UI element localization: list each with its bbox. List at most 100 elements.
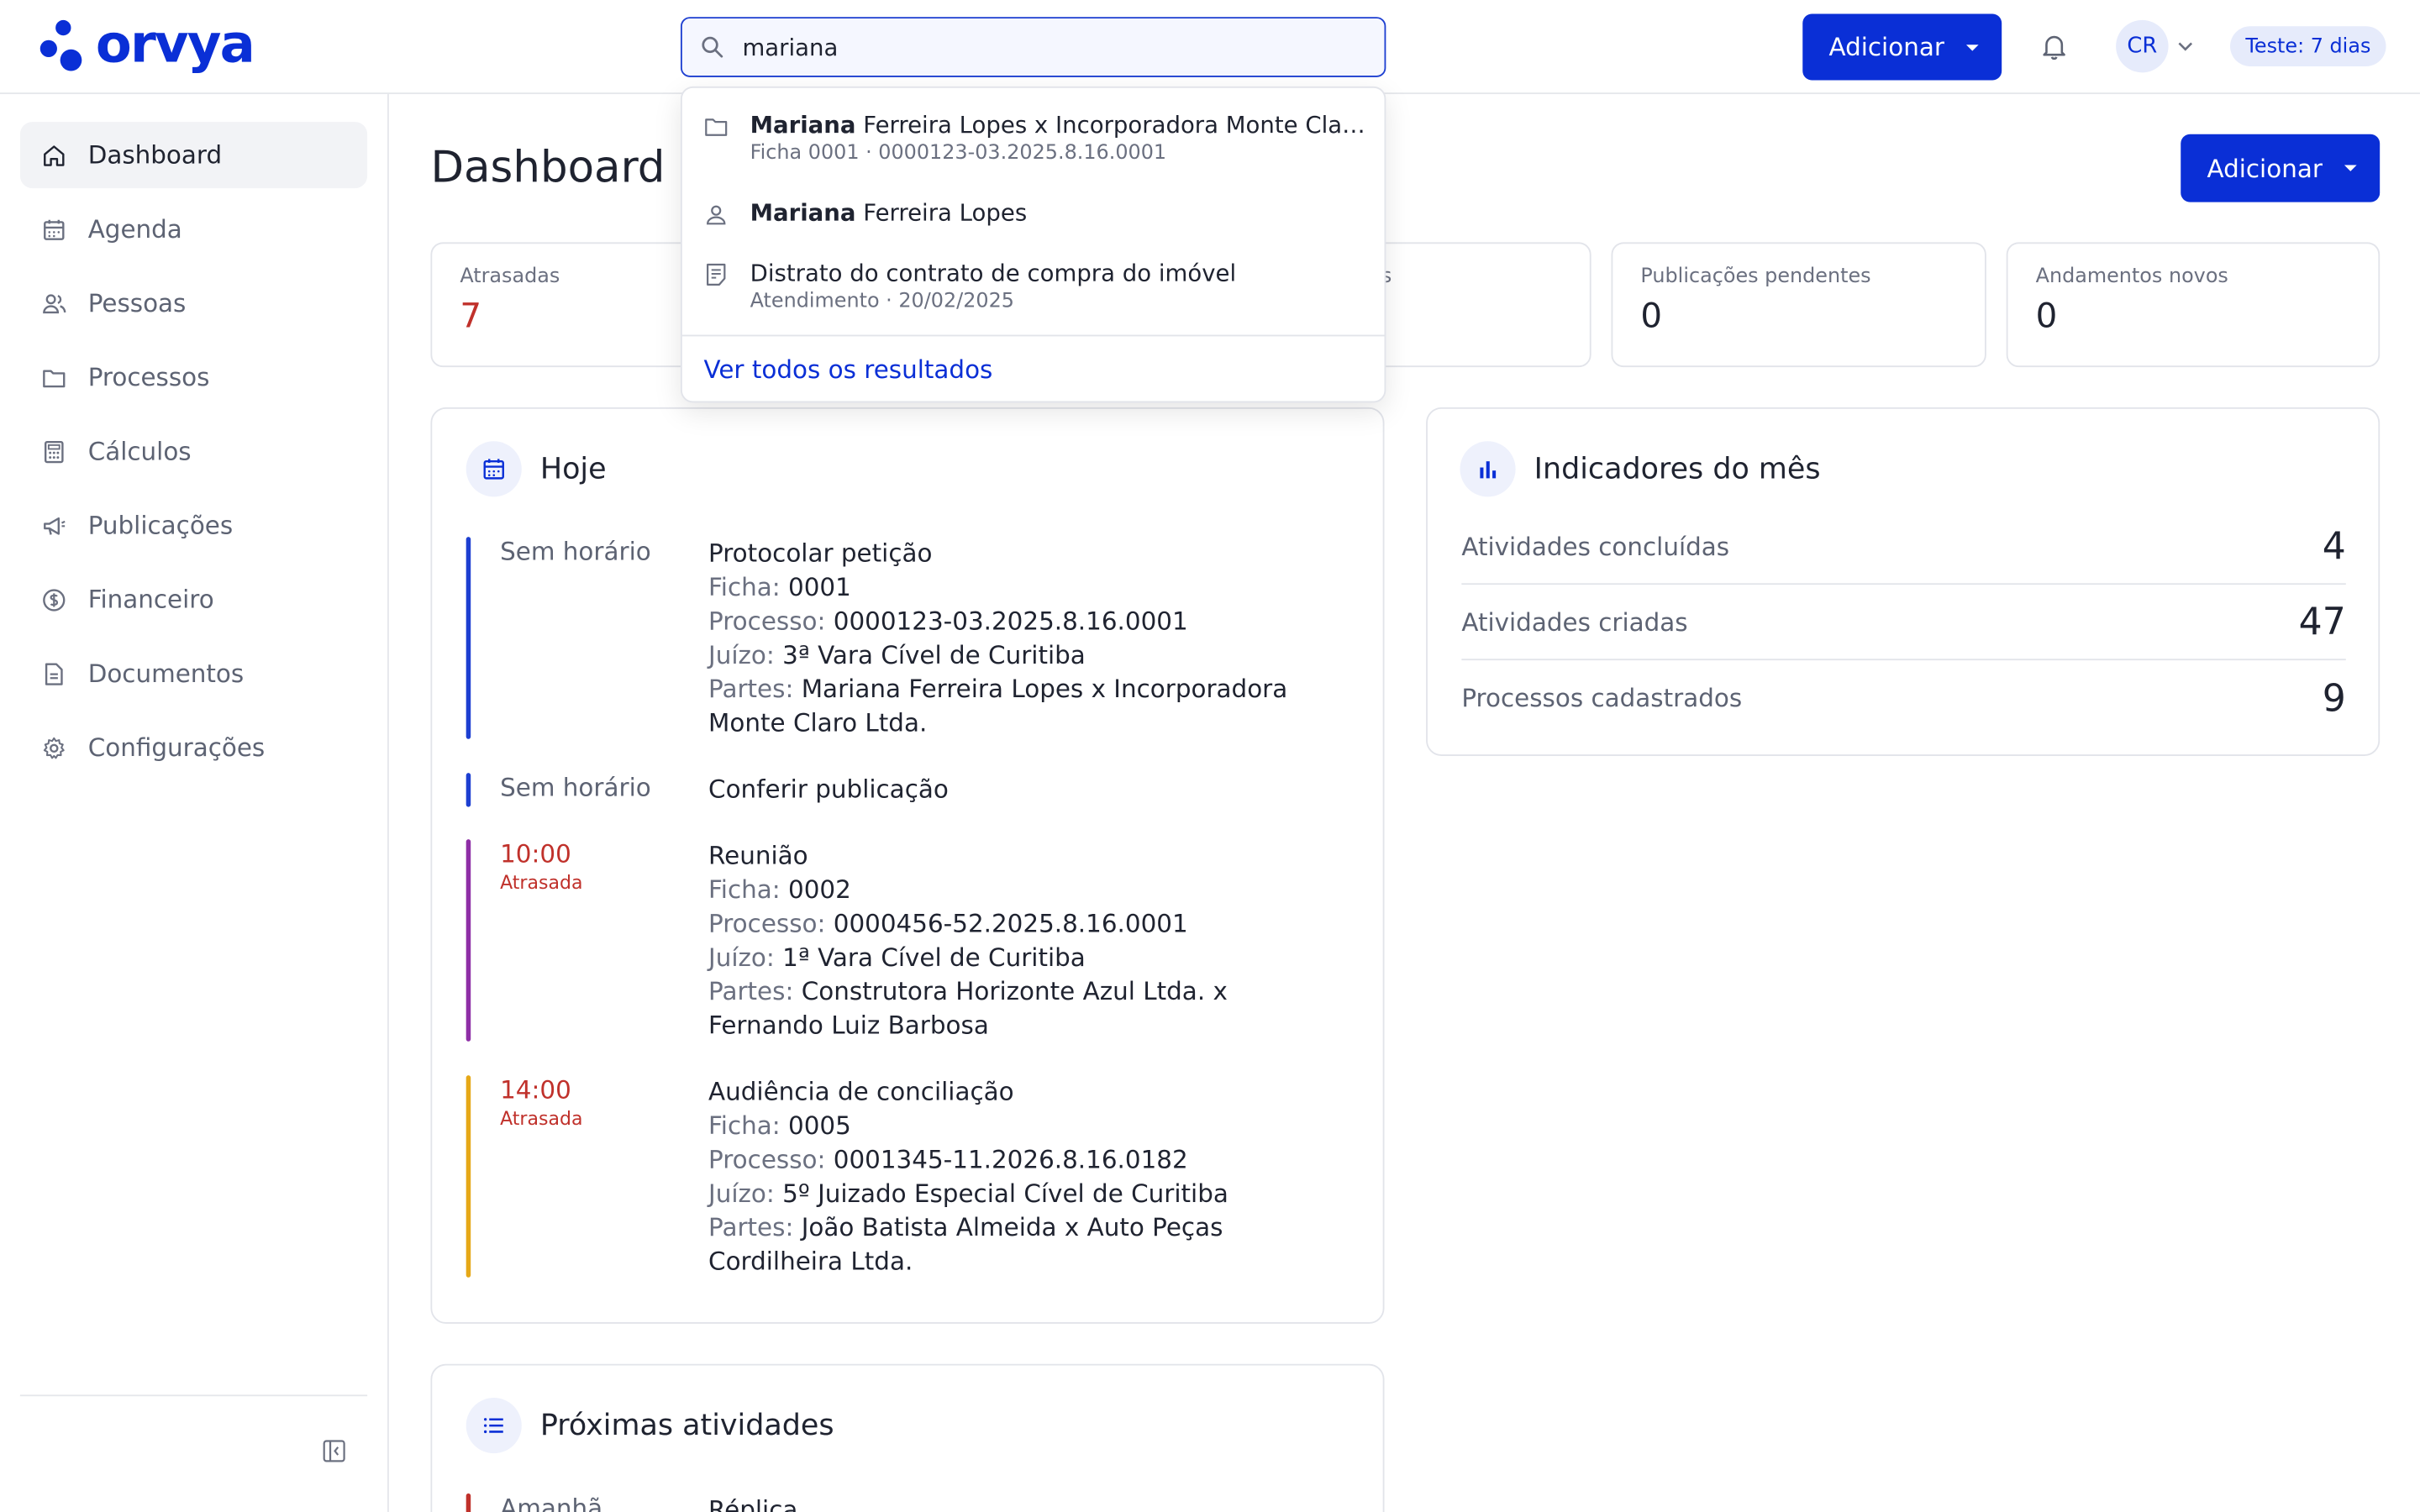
see-all-results-link[interactable]: Ver todos os resultados xyxy=(704,354,993,384)
juizo-value: 5º Juizado Especial Cível de Curitiba xyxy=(782,1179,1228,1209)
result-match: Mariana xyxy=(750,198,856,227)
indicator-label: Processos cadastrados xyxy=(1461,683,1743,713)
megaphone-icon xyxy=(44,517,66,534)
logo[interactable]: orvya xyxy=(39,18,255,71)
caret-down-icon xyxy=(1965,44,1979,50)
result-title: Distrato do contrato de compra do imóvel xyxy=(750,260,1368,287)
activity-item[interactable]: Sem horário Protocolar petição Ficha: 00… xyxy=(466,537,1331,739)
stat-label: Andamentos novos xyxy=(2035,265,2228,289)
activity-details: Protocolar petição Ficha: 0001 Processo:… xyxy=(708,537,1341,740)
calendar-icon xyxy=(466,441,522,497)
stat-label: s xyxy=(1381,265,1392,289)
dollar-icon xyxy=(43,588,66,611)
result-match: Mariana xyxy=(750,111,856,139)
ficha-value: 0001 xyxy=(788,572,851,602)
search-icon xyxy=(702,36,723,58)
calculator-icon xyxy=(44,440,64,463)
sidebar-item-agenda[interactable]: Agenda xyxy=(20,196,367,262)
chevron-down-icon[interactable] xyxy=(2176,39,2195,54)
field-label: Partes: xyxy=(708,674,794,704)
activity-color-bar xyxy=(466,773,471,807)
search-result-item[interactable]: Mariana Ferreira Lopes xyxy=(704,199,1368,230)
sidebar-item-calculos[interactable]: Cálculos xyxy=(20,418,367,485)
stat-card-publicacoes[interactable]: Publicações pendentes 0 xyxy=(1611,242,1986,368)
activity-title: Conferir publicação xyxy=(708,774,949,804)
ficha-value: 0005 xyxy=(788,1110,851,1141)
stat-value: 0 xyxy=(2035,297,2058,337)
search-results-dropdown: Mariana Ferreira Lopes x Incorporadora M… xyxy=(680,86,1386,403)
add-button-label: Adicionar xyxy=(1828,32,1944,62)
result-title: Mariana Ferreira Lopes x Incorporadora M… xyxy=(750,111,1368,139)
note-icon xyxy=(707,263,726,286)
upcoming-card: Próximas atividades Amanhã Réplica xyxy=(430,1363,1385,1512)
activity-time: 14:00 xyxy=(500,1075,571,1105)
activity-color-bar xyxy=(466,839,471,1042)
late-label: Atrasada xyxy=(500,871,583,894)
indicator-value: 47 xyxy=(2298,600,2346,643)
indicator-label: Atividades concluídas xyxy=(1461,531,1730,561)
trial-badge[interactable]: Teste: 7 dias xyxy=(2230,26,2386,66)
sidebar-item-label: Dashboard xyxy=(87,140,223,171)
sidebar-item-dashboard[interactable]: Dashboard xyxy=(19,122,368,189)
activity-item[interactable]: Amanhã Réplica xyxy=(466,1493,1331,1512)
sidebar-item-label: Pessoas xyxy=(87,288,187,318)
sidebar-item-documentos[interactable]: Documentos xyxy=(20,640,367,706)
stat-label: Publicações pendentes xyxy=(1640,265,1871,289)
field-label: Processo: xyxy=(708,908,826,938)
sidebar-item-label: Cálculos xyxy=(87,436,192,466)
search-result-item[interactable]: Distrato do contrato de compra do imóvel… xyxy=(704,260,1368,315)
search-result-item[interactable]: Mariana Ferreira Lopes x Incorporadora M… xyxy=(704,111,1368,166)
dropdown-divider xyxy=(681,334,1385,337)
field-label: Partes: xyxy=(708,1212,794,1242)
sidebar-item-label: Processos xyxy=(87,362,210,392)
sidebar-item-publicacoes[interactable]: Publicações xyxy=(20,492,367,559)
result-title: Mariana Ferreira Lopes xyxy=(750,199,1368,227)
field-label: Juízo: xyxy=(708,640,775,670)
activity-title: Protocolar petição xyxy=(708,538,933,568)
activity-color-bar xyxy=(466,1075,471,1278)
bell-icon[interactable] xyxy=(2039,31,2070,62)
sidebar-item-pessoas[interactable]: Pessoas xyxy=(20,270,367,336)
collapse-sidebar-icon[interactable] xyxy=(323,1440,346,1463)
activity-item[interactable]: 10:00 Atrasada Reunião Ficha: 0002 Proce… xyxy=(466,839,1331,1042)
juizo-value: 1ª Vara Cível de Curitiba xyxy=(782,942,1086,973)
ficha-value: 0002 xyxy=(788,874,851,905)
activity-time: 10:00 xyxy=(500,839,571,869)
search-box[interactable] xyxy=(680,17,1386,77)
result-rest: Ferreira Lopes xyxy=(855,198,1028,227)
juizo-value: 3ª Vara Cível de Curitiba xyxy=(782,640,1086,670)
indicator-value: 4 xyxy=(2322,524,2346,568)
card-title: Hoje xyxy=(539,452,607,486)
activity-time: Sem horário xyxy=(500,537,651,567)
result-subtitle: Atendimento · 20/02/2025 xyxy=(750,290,1014,313)
card-title: Próximas atividades xyxy=(539,1408,834,1443)
activity-item[interactable]: 14:00 Atrasada Audiência de conciliação … xyxy=(466,1075,1331,1278)
processo-value: 0000123-03.2025.8.16.0001 xyxy=(833,606,1188,636)
processo-value: 0001345-11.2026.8.16.0182 xyxy=(833,1144,1188,1174)
sidebar-item-financeiro[interactable]: Financeiro xyxy=(20,566,367,633)
search-input[interactable] xyxy=(742,33,1329,61)
sidebar-item-configuracoes[interactable]: Configurações xyxy=(20,714,367,780)
sidebar-item-label: Publicações xyxy=(87,510,234,540)
activity-details: Reunião Ficha: 0002 Processo: 0000456-52… xyxy=(708,839,1341,1042)
add-button-main[interactable]: Adicionar xyxy=(2181,134,2381,202)
top-bar: orvya Adicionar CR Teste: 7 dias xyxy=(0,0,2420,95)
activity-details: Audiência de conciliação Ficha: 0005 Pro… xyxy=(708,1075,1341,1278)
result-rest: Ferreira Lopes x Incorporadora Monte Cla… xyxy=(855,111,1368,139)
activity-time: Sem horário xyxy=(500,773,651,803)
home-icon xyxy=(44,144,65,165)
field-label: Ficha: xyxy=(708,1110,781,1141)
result-subtitle: Ficha 0001 · 0000123-03.2025.8.16.0001 xyxy=(750,141,1167,165)
activity-details: Conferir publicação xyxy=(708,773,1341,806)
indicator-value: 9 xyxy=(2322,676,2346,720)
add-button[interactable]: Adicionar xyxy=(1802,13,2002,81)
indicator-row: Atividades concluídas 4 xyxy=(1461,509,2346,585)
field-label: Ficha: xyxy=(708,572,781,602)
list-icon xyxy=(466,1398,522,1454)
activity-item[interactable]: Sem horário Conferir publicação xyxy=(466,773,1331,807)
folder-icon xyxy=(705,118,728,136)
avatar[interactable]: CR xyxy=(2116,19,2169,73)
result-rest: Distrato do contrato de compra do imóvel xyxy=(750,259,1237,287)
stat-card-andamentos[interactable]: Andamentos novos 0 xyxy=(2006,242,2381,368)
sidebar-item-processos[interactable]: Processos xyxy=(20,344,367,411)
